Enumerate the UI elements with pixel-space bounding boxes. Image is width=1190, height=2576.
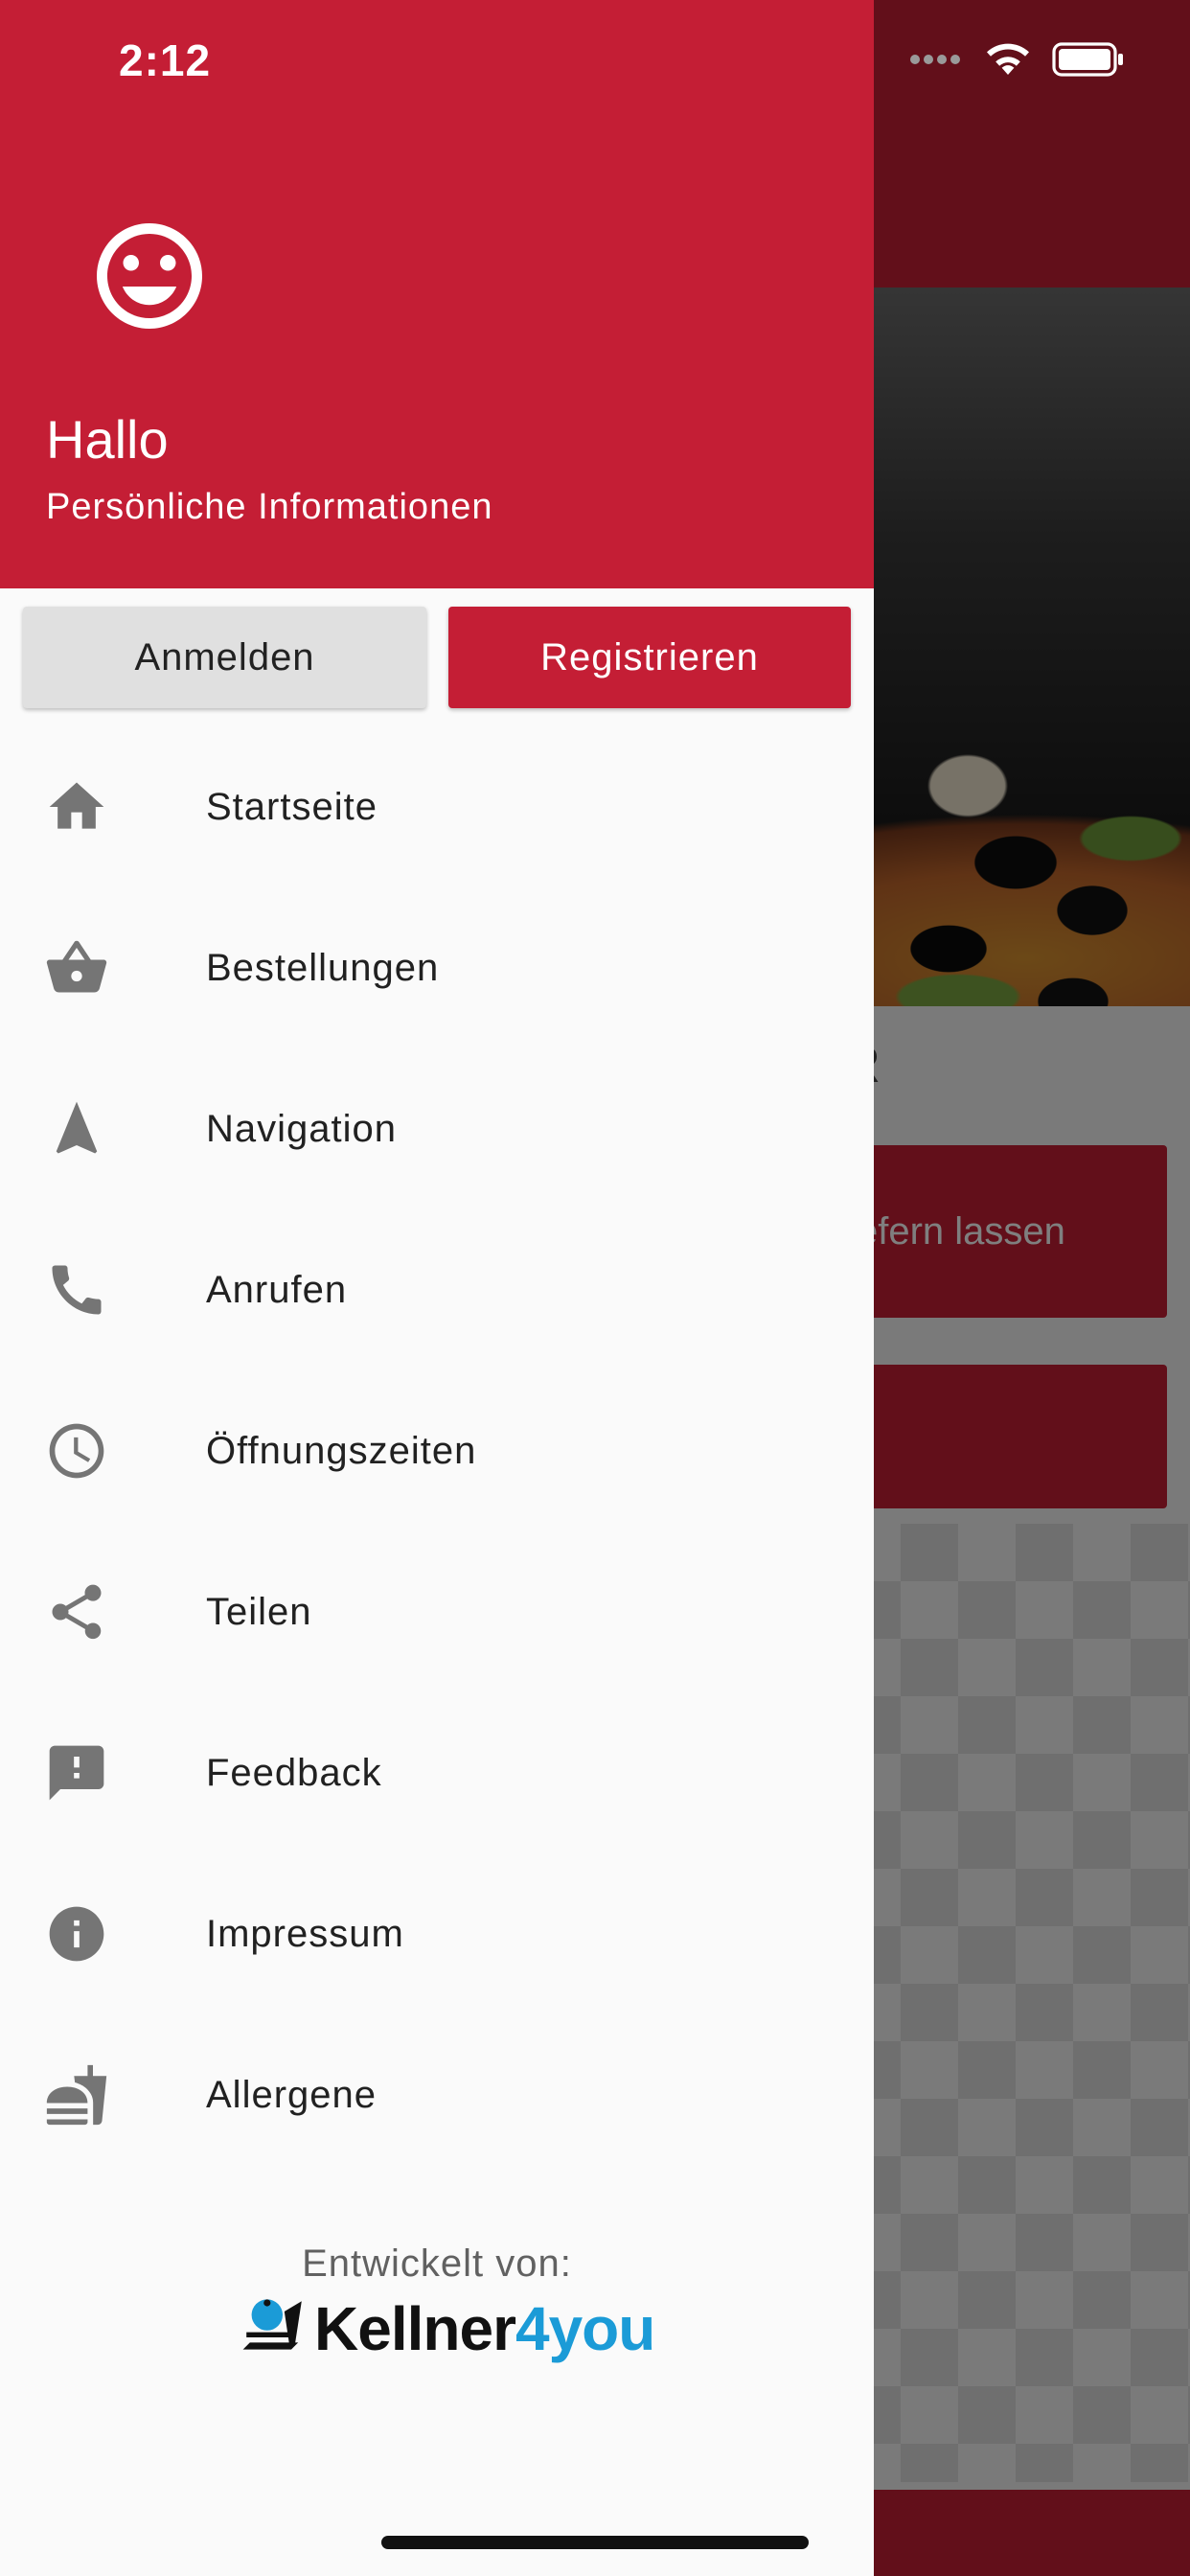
menu-item-impressum[interactable]: Impressum bbox=[0, 1853, 874, 2014]
menu-item-label: Startseite bbox=[206, 785, 378, 828]
navigation-arrow-icon bbox=[42, 1094, 111, 1163]
home-icon bbox=[42, 772, 111, 841]
phone-icon bbox=[42, 1255, 111, 1324]
login-button[interactable]: Anmelden bbox=[23, 607, 426, 708]
navigation-drawer: 2:12 Hallo Persönliche Informationen Anm… bbox=[0, 0, 874, 2576]
menu-item-label: Navigation bbox=[206, 1107, 398, 1150]
drawer-menu: Startseite Bestellungen Navigation Anruf… bbox=[0, 726, 874, 2175]
menu-item-navigation[interactable]: Navigation bbox=[0, 1048, 874, 1209]
personal-info-subtitle[interactable]: Persönliche Informationen bbox=[46, 487, 492, 528]
drawer-header: 2:12 Hallo Persönliche Informationen bbox=[0, 0, 874, 588]
menu-item-bestellungen[interactable]: Bestellungen bbox=[0, 887, 874, 1048]
waiter-cloche-icon bbox=[242, 2299, 302, 2350]
info-icon bbox=[42, 1899, 111, 1968]
menu-item-teilen[interactable]: Teilen bbox=[0, 1531, 874, 1692]
menu-item-startseite[interactable]: Startseite bbox=[0, 726, 874, 887]
clock-icon bbox=[42, 1416, 111, 1485]
menu-item-anrufen[interactable]: Anrufen bbox=[0, 1209, 874, 1370]
wifi-icon bbox=[987, 43, 1029, 75]
brand-name-part2: 4you bbox=[515, 2294, 655, 2363]
share-icon bbox=[42, 1577, 111, 1646]
fastfood-icon bbox=[42, 2060, 111, 2129]
register-button[interactable]: Registrieren bbox=[448, 607, 851, 708]
menu-item-feedback[interactable]: Feedback bbox=[0, 1692, 874, 1853]
feedback-icon bbox=[42, 1738, 111, 1807]
cellular-signal-icon bbox=[910, 55, 960, 64]
menu-item-label: Anrufen bbox=[206, 1268, 348, 1311]
basket-icon bbox=[42, 933, 111, 1002]
menu-item-oeffnungszeiten[interactable]: Öffnungszeiten bbox=[0, 1370, 874, 1531]
smiley-face-icon bbox=[97, 223, 202, 329]
status-icons bbox=[910, 42, 1125, 77]
status-time: 2:12 bbox=[119, 35, 212, 85]
menu-item-label: Bestellungen bbox=[206, 946, 440, 989]
greeting-title: Hallo bbox=[46, 409, 169, 470]
menu-item-label: Teilen bbox=[206, 1590, 312, 1633]
auth-buttons: Anmelden Registrieren bbox=[23, 607, 851, 708]
menu-item-label: Allergene bbox=[206, 2073, 378, 2116]
menu-item-label: Öffnungszeiten bbox=[206, 1429, 477, 1472]
battery-icon bbox=[1052, 42, 1123, 77]
menu-item-allergene[interactable]: Allergene bbox=[0, 2014, 874, 2175]
home-indicator[interactable] bbox=[381, 2536, 809, 2549]
developed-by-label: Entwickelt von: bbox=[302, 2242, 572, 2285]
menu-item-label: Impressum bbox=[206, 1912, 404, 1955]
kellner4you-logo[interactable]: Kellner 4you bbox=[240, 2290, 655, 2367]
brand-name-part1: Kellner bbox=[314, 2294, 516, 2363]
menu-item-label: Feedback bbox=[206, 1751, 382, 1794]
